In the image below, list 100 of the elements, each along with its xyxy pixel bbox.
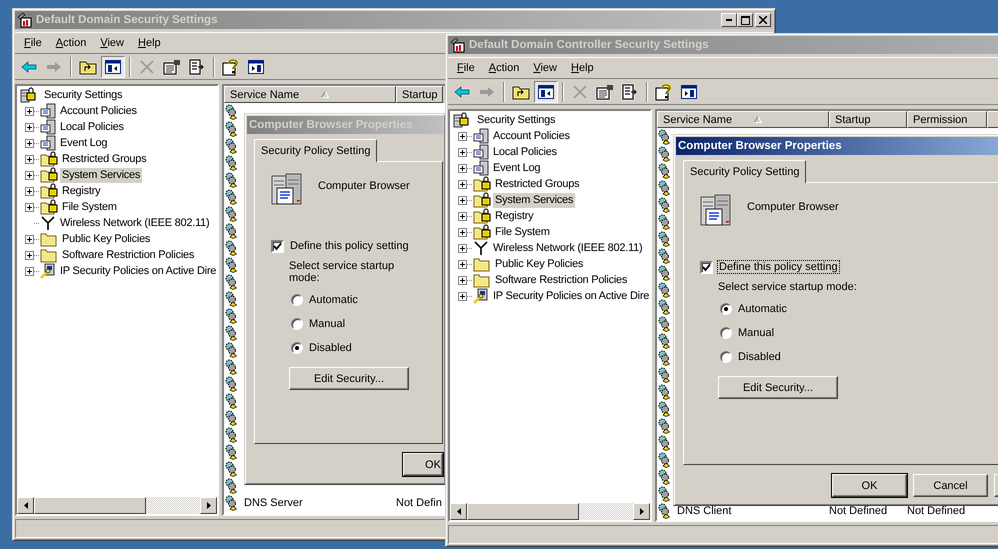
column-header[interactable]: Service Name [657,111,829,128]
tree-item[interactable]: Registry [493,208,536,224]
expand-icon[interactable] [458,276,467,284]
column-header[interactable]: Service Name [224,86,396,103]
tab[interactable]: Security Policy Setting [683,160,806,183]
service-icon [658,282,670,298]
menu-item[interactable]: Action [48,37,94,49]
radio-button[interactable] [291,318,303,330]
menu-item[interactable]: Help [131,37,168,49]
tree-item[interactable]: Public Key Policies [60,232,152,246]
radio-button[interactable] [291,342,303,354]
tree-item[interactable]: Public Key Policies [493,256,586,272]
tree-item[interactable]: Local Policies [491,144,559,160]
tree-item[interactable]: Event Log [58,136,110,150]
tree-item[interactable]: Account Policies [491,128,572,144]
tree-item[interactable]: Wireless Network (IEEE 802.11) [491,240,644,256]
radio-button[interactable] [720,351,732,363]
tree-item[interactable]: Software Restriction Policies [60,248,196,262]
menu-item[interactable]: File [450,62,482,74]
tree-item[interactable]: Registry [60,184,102,198]
menu-item[interactable]: Help [564,62,601,74]
dialog-button[interactable]: OK [832,474,907,497]
tree-toggle-icon[interactable] [101,56,125,78]
expand-icon[interactable] [458,244,467,252]
radio-button[interactable] [291,294,303,306]
expand-icon[interactable] [458,164,467,172]
tree-item[interactable]: Security Settings [475,112,558,128]
tree-item[interactable]: Account Policies [58,104,139,118]
radio-label[interactable]: Manual [309,318,346,330]
tree-toggle-icon[interactable] [534,81,558,103]
expand-icon[interactable] [25,250,34,260]
expand-icon[interactable] [25,106,34,116]
tree-item[interactable]: Software Restriction Policies [493,272,630,288]
horizontal-scrollbar[interactable] [17,497,217,514]
expand-icon[interactable] [458,228,467,236]
radio-label[interactable]: Disabled [309,342,352,354]
expand-icon[interactable] [458,196,467,204]
edit-security-button[interactable]: Edit Security... [718,376,838,399]
checkbox-label[interactable]: Define this policy setting [717,260,840,274]
service-icon [658,468,670,484]
sort-arrow-icon [321,91,330,98]
horizontal-scrollbar[interactable] [450,503,650,520]
dialog-button[interactable]: OK [403,453,443,476]
minimize-button[interactable] [721,13,737,27]
radio-button[interactable] [720,327,732,339]
tree-item[interactable]: IP Security Policies on Active Dire [58,264,217,278]
menu-item[interactable]: View [526,62,564,74]
edit-security-button[interactable]: Edit Security... [289,367,409,390]
tab[interactable]: Security Policy Setting [254,139,378,162]
tree-item[interactable]: IP Security Policies on Active Dire [491,288,650,304]
maximize-button[interactable] [737,13,753,27]
column-header[interactable]: Permission [907,111,987,128]
expand-icon[interactable] [25,154,34,164]
close-icon [759,16,767,24]
table-cell: Not Defin [396,496,443,508]
right-arrow-icon[interactable] [640,508,644,515]
tree-item[interactable]: Security Settings [42,88,124,102]
tree-item[interactable]: System Services [493,192,576,208]
tree-item[interactable]: System Services [60,168,142,182]
close-button[interactable] [755,13,771,27]
checkbox[interactable] [700,260,713,274]
tree-item[interactable]: Restricted Groups [60,152,148,166]
menu-item[interactable]: File [17,37,49,49]
menu-item[interactable]: Action [482,62,526,74]
expand-icon[interactable] [25,202,34,212]
locked-folder-icon [40,199,58,215]
tree-item[interactable]: Restricted Groups [493,176,582,192]
left-arrow-icon[interactable] [24,502,28,509]
right-arrow-icon[interactable] [206,502,210,509]
tree-item[interactable]: File System [493,224,552,240]
expand-icon[interactable] [25,138,34,148]
radio-label[interactable]: Manual [738,327,774,339]
radio-label[interactable]: Automatic [309,294,358,306]
service-icon [225,426,237,442]
radio-label[interactable]: Automatic [738,303,787,315]
expand-icon[interactable] [25,266,34,276]
expand-icon[interactable] [458,180,467,188]
checkbox[interactable] [271,240,284,252]
expand-icon[interactable] [458,292,467,300]
tree-item[interactable]: Event Log [491,160,542,176]
expand-icon[interactable] [458,260,467,268]
expand-icon[interactable] [25,122,34,132]
service-icon [658,146,670,162]
expand-icon[interactable] [458,132,467,140]
column-header[interactable]: Startup [396,86,443,103]
checkbox-label[interactable]: Define this policy setting [288,239,411,253]
left-arrow-icon[interactable] [456,508,460,515]
radio-button[interactable] [720,303,732,315]
radio-label[interactable]: Disabled [738,351,781,363]
menu-item[interactable]: View [93,37,131,49]
tree-item[interactable]: Wireless Network (IEEE 802.11) [58,216,212,230]
expand-icon[interactable] [458,212,467,220]
tree-item[interactable]: File System [60,200,119,214]
tree-item[interactable]: Local Policies [58,120,126,134]
expand-icon[interactable] [25,186,34,196]
expand-icon[interactable] [25,234,34,244]
expand-icon[interactable] [458,148,467,156]
column-header[interactable]: Startup [829,111,907,128]
dialog-button[interactable]: Cancel [913,474,988,497]
expand-icon[interactable] [25,170,34,180]
